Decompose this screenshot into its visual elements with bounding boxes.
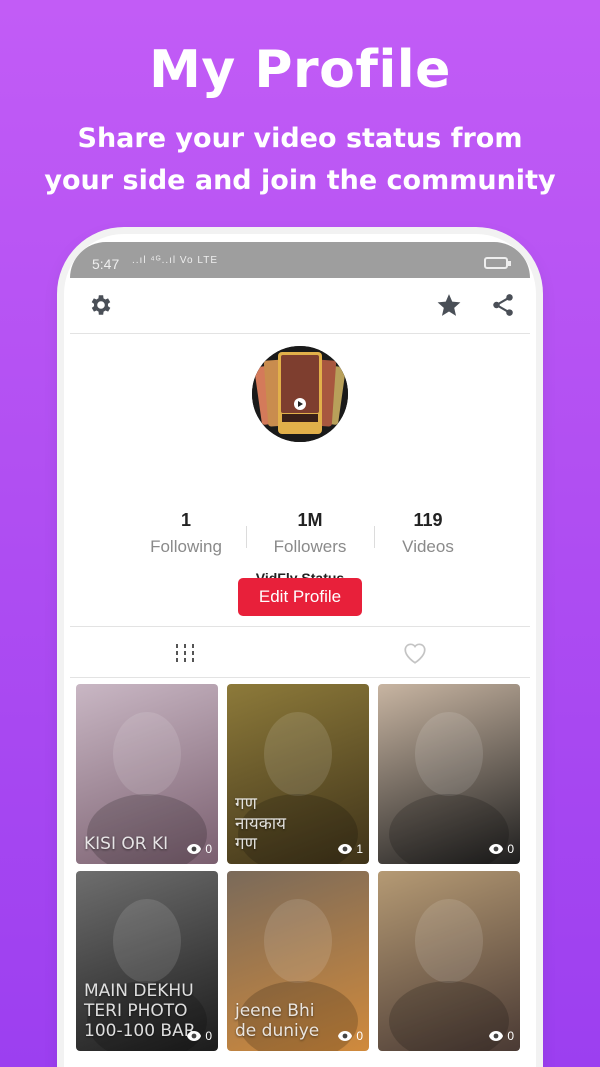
grid-icon	[176, 644, 194, 662]
phone-mockup: 5:47 ..ıl ⁴ᴳ..ıl Vo LTE 1 Following 1M F…	[64, 234, 536, 1067]
status-time: 5:47	[92, 256, 120, 272]
video-tile[interactable]: 0	[378, 871, 520, 1051]
view-count-value: 0	[507, 1029, 514, 1043]
video-tile[interactable]: jeene Bhi de duniye 0	[227, 871, 369, 1051]
view-count: 0	[488, 1029, 514, 1043]
stat-value: 1	[180, 510, 191, 530]
battery-icon	[484, 257, 511, 269]
view-count: 0	[186, 842, 212, 856]
stat-label: Videos	[402, 537, 454, 556]
stat-value: 1M	[297, 510, 323, 530]
view-count-value: 0	[205, 842, 212, 856]
stat-followers[interactable]: 1M Followers	[250, 510, 370, 557]
tab-videos[interactable]	[70, 627, 300, 679]
share-icon[interactable]	[488, 290, 518, 320]
view-count: 0	[186, 1029, 212, 1043]
stat-videos[interactable]: 119 Videos	[368, 510, 488, 557]
eye-icon	[338, 1031, 353, 1041]
video-tile[interactable]: MAIN DEKHU TERI PHOTO 100-100 BAR 0	[76, 871, 218, 1051]
tab-liked[interactable]	[300, 627, 530, 679]
stat-value: 119	[413, 510, 443, 530]
stat-following[interactable]: 1 Following	[126, 510, 246, 557]
view-count-value: 1	[356, 842, 363, 856]
video-caption: jeene Bhi de duniye	[235, 1001, 320, 1041]
status-bar: 5:47 ..ıl ⁴ᴳ..ıl Vo LTE	[70, 242, 530, 278]
video-thumbnail	[389, 899, 509, 1051]
video-tile[interactable]: 0	[378, 684, 520, 864]
video-tile[interactable]: KISI OR KI 0	[76, 684, 218, 864]
promo-title: My Profile	[149, 40, 451, 100]
eye-icon	[187, 1031, 202, 1041]
profile-tabs	[70, 626, 530, 678]
view-count: 0	[488, 842, 514, 856]
video-caption: गण नायकाय गण	[235, 794, 287, 854]
video-caption: MAIN DEKHU TERI PHOTO 100-100 BAR	[84, 981, 196, 1041]
signal-indicator: ..ıl ⁴ᴳ..ıl Vo LTE	[132, 255, 218, 266]
avatar[interactable]	[252, 346, 348, 442]
eye-icon	[187, 844, 202, 854]
video-caption: KISI OR KI	[84, 834, 169, 854]
eye-icon	[338, 844, 353, 854]
heart-icon	[404, 643, 426, 664]
view-count-value: 0	[356, 1029, 363, 1043]
eye-icon	[489, 844, 504, 854]
view-count-value: 0	[205, 1029, 212, 1043]
view-count-value: 0	[507, 842, 514, 856]
stat-divider	[246, 526, 247, 548]
app-bar	[70, 278, 530, 334]
promo-subtitle: Share your video status from your side a…	[44, 123, 556, 196]
stat-label: Followers	[273, 537, 347, 556]
video-tile[interactable]: गण नायकाय गण 1	[227, 684, 369, 864]
star-icon[interactable]	[434, 290, 464, 320]
profile-stats: 1 Following 1M Followers 119 Videos	[70, 510, 530, 570]
video-thumbnail	[389, 712, 509, 864]
stat-label: Following	[150, 537, 222, 556]
edit-profile-button[interactable]: Edit Profile	[238, 578, 362, 616]
view-count: 0	[337, 1029, 363, 1043]
gear-icon[interactable]	[86, 290, 116, 320]
eye-icon	[489, 1031, 504, 1041]
view-count: 1	[337, 842, 363, 856]
